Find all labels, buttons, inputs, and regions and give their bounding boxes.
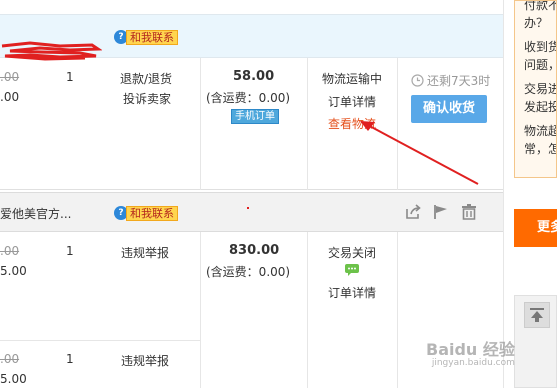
- help-line[interactable]: 常，怎: [524, 140, 556, 158]
- to-top-icon: [530, 308, 544, 322]
- help-line[interactable]: 收到货: [524, 38, 556, 56]
- help-line[interactable]: 办？: [524, 14, 556, 32]
- back-to-top-button[interactable]: [524, 302, 550, 328]
- help-line[interactable]: 付款不: [524, 1, 556, 14]
- side-help-panel: 付款不 办？ 收到货 问题， 交易进 发起投 物流超 常，怎: [514, 0, 557, 178]
- watermark-url: jingyan.baidu.com: [431, 358, 515, 368]
- watermark-brand: Baidu 经验: [426, 340, 515, 359]
- help-line[interactable]: 发起投: [524, 98, 556, 116]
- help-line[interactable]: 问题，: [524, 56, 556, 74]
- help-line[interactable]: 交易进: [524, 80, 556, 98]
- help-line[interactable]: 物流超: [524, 122, 556, 140]
- baidu-watermark: Baidu 经验 jingyan.baidu.com: [426, 336, 515, 368]
- annotation-arrow: [360, 121, 479, 185]
- more-button[interactable]: 更多: [514, 209, 557, 247]
- order-list: ? 和我联系 .00 .00 1 退款/退货 投诉卖家 58.00 (含运费：0…: [0, 0, 504, 388]
- side-toolbar: [514, 295, 557, 388]
